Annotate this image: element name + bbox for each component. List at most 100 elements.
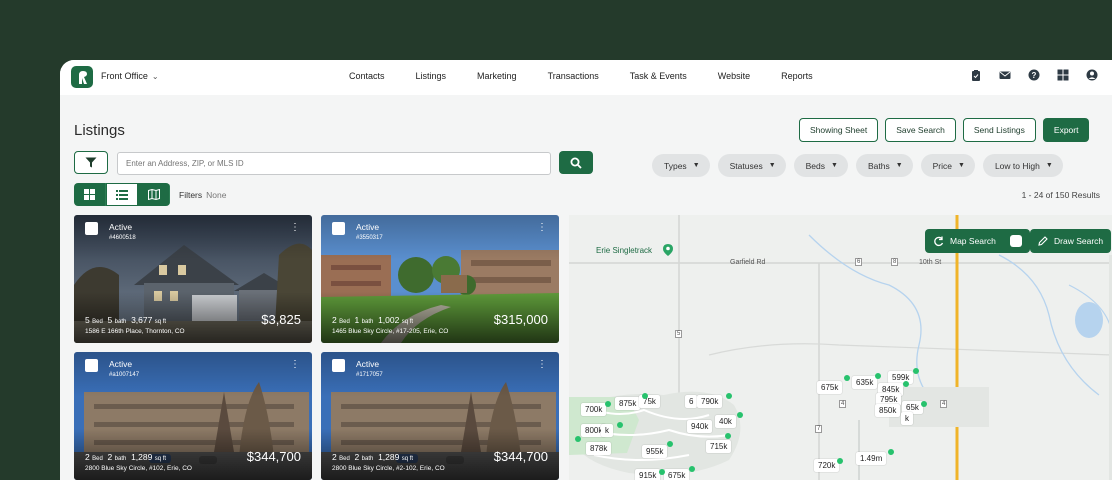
price-pin[interactable]: 875k <box>615 397 641 410</box>
price-pin[interactable]: 40k <box>715 415 736 428</box>
send-listings-button[interactable]: Send Listings <box>962 118 1036 142</box>
grid-icon <box>84 189 95 200</box>
draw-search-button[interactable]: Draw Search <box>1030 229 1112 253</box>
toggle-switch[interactable] <box>1009 235 1022 247</box>
listing-card[interactable]: Active #3550317 ⋮ 2 Bed 1 bath 1,002 sq … <box>321 215 559 343</box>
baths-count: 2 <box>354 452 360 462</box>
more-options-icon[interactable]: ⋮ <box>537 223 547 233</box>
more-options-icon[interactable]: ⋮ <box>290 360 300 370</box>
listing-address: 2800 Blue Sky Circle, #102, Erie, CO <box>85 465 192 472</box>
road-label: 10th St <box>919 259 942 266</box>
list-view-button[interactable] <box>106 183 138 206</box>
clipboard-icon[interactable] <box>970 69 982 81</box>
page-actions: Showing Sheet Save Search Send Listings … <box>799 118 1090 142</box>
listing-dot[interactable] <box>737 412 743 418</box>
price-pin[interactable]: 635k <box>852 376 878 389</box>
map-search-toggle[interactable]: Map Search <box>925 229 1030 253</box>
listing-dot[interactable] <box>875 373 881 379</box>
select-checkbox[interactable] <box>332 222 345 235</box>
select-checkbox[interactable] <box>332 359 345 372</box>
more-options-icon[interactable]: ⋮ <box>290 223 300 233</box>
listing-dot[interactable] <box>667 441 673 447</box>
listing-card[interactable]: Active #a1007147 ⋮ 2 Bed 2 bath 1,289 sq… <box>74 352 312 480</box>
apps-grid-icon[interactable] <box>1057 69 1069 81</box>
listing-dot[interactable] <box>921 401 927 407</box>
listing-dot[interactable] <box>844 375 850 381</box>
select-checkbox[interactable] <box>85 359 98 372</box>
price-pin[interactable]: 720k <box>814 459 840 472</box>
location-pin-icon <box>663 244 673 256</box>
nav-reports[interactable]: Reports <box>781 71 813 81</box>
price-pin[interactable]: 675k <box>817 381 843 394</box>
sort-dropdown[interactable]: Low to High ▼ <box>982 154 1063 177</box>
select-checkbox[interactable] <box>85 222 98 235</box>
price-pin[interactable]: 675k <box>664 469 690 480</box>
filter-button[interactable] <box>74 151 108 174</box>
price-pin[interactable]: 955k <box>642 445 668 458</box>
sqft-unit: sq ft <box>154 319 167 325</box>
chevron-down-icon: ▼ <box>692 162 700 169</box>
listing-card[interactable]: Active #1717057 ⋮ 2 Bed 2 bath 1,289 sq … <box>321 352 559 480</box>
nav-website[interactable]: Website <box>718 71 750 81</box>
search-button[interactable] <box>559 151 593 174</box>
price-pin[interactable]: k <box>901 412 913 425</box>
listing-dot[interactable] <box>837 458 843 464</box>
mail-icon[interactable] <box>999 69 1011 81</box>
listing-dot[interactable] <box>642 393 648 399</box>
nav-marketing[interactable]: Marketing <box>477 71 517 81</box>
statuses-dropdown[interactable]: Statuses ▼ <box>717 154 786 177</box>
price-pin[interactable]: 915k <box>635 469 661 480</box>
price-pin[interactable]: 878k <box>586 442 612 455</box>
beds-dropdown[interactable]: Beds ▼ <box>793 154 848 177</box>
price-pin[interactable]: 700k <box>581 403 607 416</box>
search-input[interactable] <box>117 152 551 175</box>
account-icon[interactable] <box>1086 69 1098 81</box>
filter-dropdowns: Types ▼ Statuses ▼ Beds ▼ Baths ▼ Price ▼ Low… <box>652 154 1063 177</box>
sqft-unit: sq ft <box>401 319 414 325</box>
listing-dot[interactable] <box>605 401 611 407</box>
listing-dot[interactable] <box>575 436 581 442</box>
listing-dot[interactable] <box>913 368 919 374</box>
map-view-button[interactable] <box>138 183 170 206</box>
nav-task-events[interactable]: Task & Events <box>630 71 687 81</box>
help-icon[interactable]: ? <box>1028 69 1040 81</box>
listing-dot[interactable] <box>725 433 731 439</box>
price-pin[interactable]: 715k <box>706 440 732 453</box>
nav-contacts[interactable]: Contacts <box>349 71 385 81</box>
types-dropdown[interactable]: Types ▼ <box>652 154 710 177</box>
showing-sheet-button[interactable]: Showing Sheet <box>799 118 879 142</box>
price-dropdown[interactable]: Price ▼ <box>920 154 975 177</box>
company-logo-icon[interactable] <box>71 66 93 88</box>
price-pin[interactable]: 6 <box>685 395 698 408</box>
nav-transactions[interactable]: Transactions <box>548 71 599 81</box>
listings-map[interactable]: Erie Singletrack Garfield Rd 10th St 6 8… <box>569 215 1112 480</box>
listing-dot[interactable] <box>888 449 894 455</box>
listing-dot[interactable] <box>659 469 665 475</box>
list-icon <box>116 189 128 200</box>
page-title: Listings <box>74 122 125 139</box>
sort-label: Low to High <box>994 160 1040 171</box>
mls-id: #1717057 <box>356 372 383 378</box>
listing-facts: 2 Bed 1 bath 1,002 sq ft <box>332 315 413 325</box>
listing-dot[interactable] <box>617 422 623 428</box>
price-pin[interactable]: k <box>601 424 613 437</box>
listing-dot[interactable] <box>726 393 732 399</box>
listing-address: 1465 Blue Sky Circle, #17-205, Erie, CO <box>332 328 449 335</box>
price-pin[interactable]: 1.49m <box>856 452 887 465</box>
grid-view-button[interactable] <box>74 183 106 206</box>
listing-dot[interactable] <box>689 466 695 472</box>
brand-switcher[interactable]: Front Office ⌄ <box>101 71 159 81</box>
price-pin[interactable]: 850k <box>875 404 901 417</box>
price-pin[interactable]: 940k <box>687 420 713 433</box>
price-label: Price <box>932 160 953 171</box>
save-search-button[interactable]: Save Search <box>885 118 956 142</box>
price-pin[interactable]: 790k <box>697 395 723 408</box>
nav-listings[interactable]: Listings <box>416 71 447 81</box>
more-options-icon[interactable]: ⋮ <box>537 360 547 370</box>
baths-dropdown[interactable]: Baths ▼ <box>855 154 913 177</box>
export-button[interactable]: Export <box>1042 118 1090 142</box>
listing-price: $344,700 <box>246 449 301 464</box>
types-label: Types <box>664 160 687 171</box>
listing-card[interactable]: Active #4600518 ⋮ 5 Bed 5 bath 3,677 sq … <box>74 215 312 343</box>
listing-dot[interactable] <box>903 381 909 387</box>
